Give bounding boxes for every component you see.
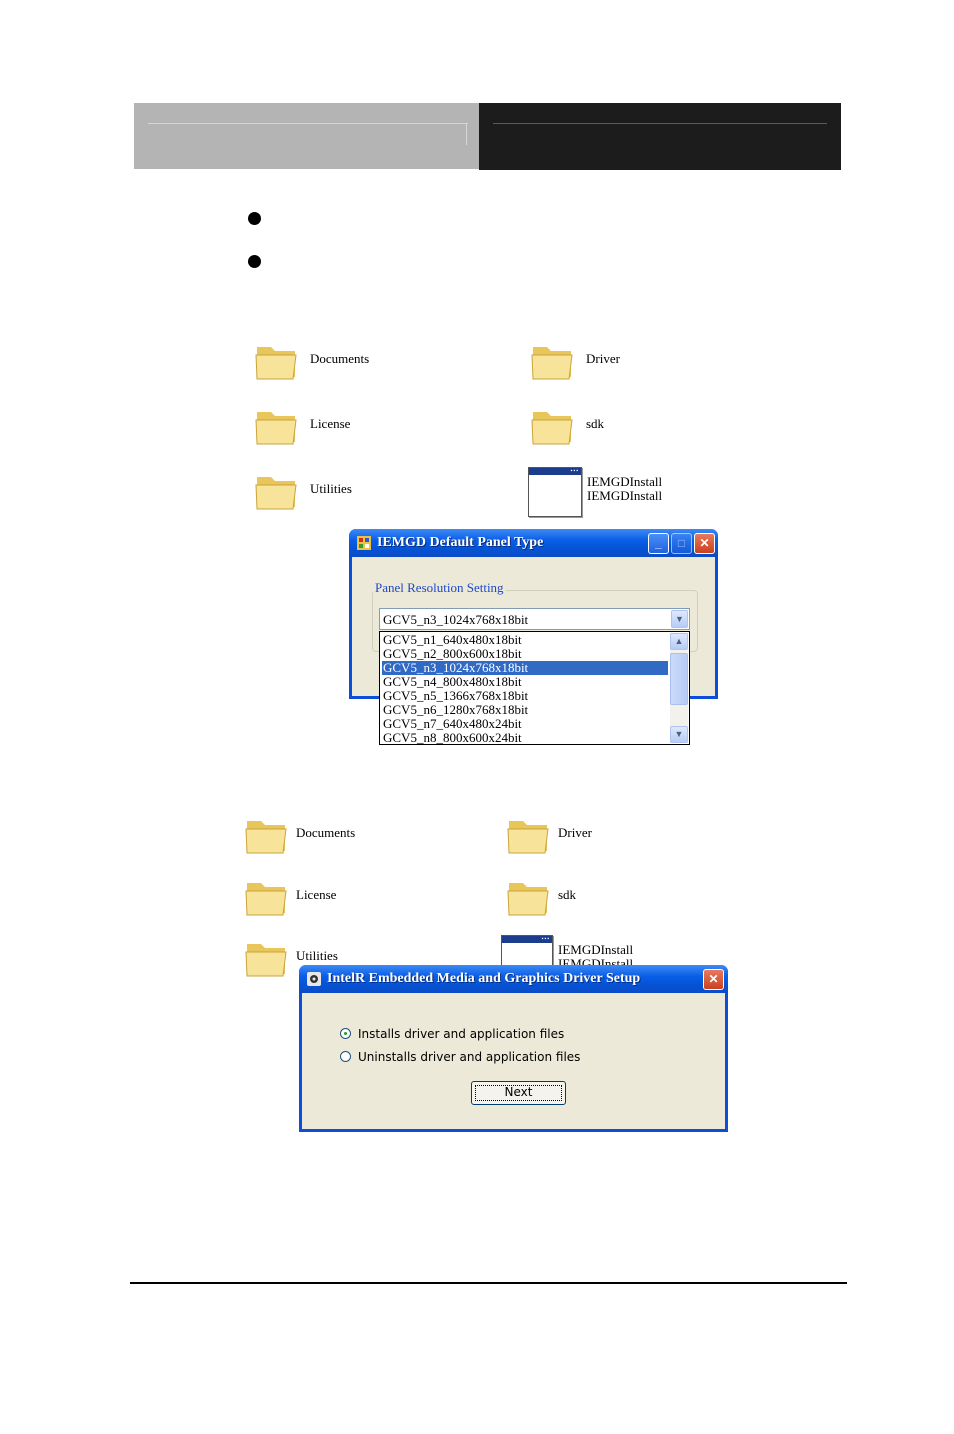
maximize-button[interactable]: □ [671,533,692,554]
folder-icon [255,412,297,445]
dialog-title: IntelR Embedded Media and Graphics Drive… [327,971,641,986]
next-button[interactable]: Next [471,1081,566,1105]
chevron-up-icon: ▲ [674,636,684,646]
folder-label: Driver [558,825,592,840]
folder-label: Documents [310,351,370,366]
scroll-down-button[interactable]: ▼ [670,726,688,743]
folder-icon [255,347,297,380]
bullet-2 [248,255,261,268]
folder-label: Documents [296,825,356,840]
application-window-icon[interactable]: ▪▪▪ [528,467,582,517]
title-bar[interactable]: IntelR Embedded Media and Graphics Drive… [299,965,728,993]
scroll-thumb[interactable] [670,653,688,705]
minimize-button[interactable]: _ [648,533,669,554]
resolution-combobox[interactable]: GCV5_n3_1024x768x18bit ▼ [379,608,690,630]
folder-label: sdk [586,416,605,431]
list-item[interactable]: GCV5_n6_1280x768x18bit [382,703,668,717]
folder-label: Driver [586,351,620,366]
folder-icon [245,821,287,854]
group-label: Panel Resolution Setting [373,580,506,596]
header-right-band [479,103,841,170]
list-item[interactable]: GCV5_n5_1366x768x18bit [382,689,668,703]
close-icon: ✕ [699,536,710,550]
radio-button-checked[interactable] [340,1028,351,1039]
minimize-icon: _ [655,536,662,550]
list-item[interactable]: GCV5_n2_800x600x18bit [382,647,668,661]
setup-icon [307,972,321,986]
list-item[interactable]: GCV5_n1_640x480x18bit [382,633,668,647]
folder-icon [255,477,297,510]
chevron-down-icon: ▼ [675,614,684,624]
folder-icon [245,883,287,916]
app-label: IEMGDInstall IEMGDInstall [587,474,663,503]
bullet-1 [248,212,261,225]
combobox-dropdown-button[interactable]: ▼ [671,610,688,628]
radio-label: Installs driver and application files [358,1027,565,1041]
folder-icon [507,883,549,916]
maximize-icon: □ [677,536,686,550]
list-item-selected[interactable]: GCV5_n3_1024x768x18bit [382,661,668,675]
screenshot-panel-type: Documents Driver License sdk Utilities ▪… [248,330,738,755]
close-button[interactable]: ✕ [703,969,724,990]
folder-icon [245,944,287,977]
radio-label: Uninstalls driver and application files [358,1050,581,1064]
title-bar[interactable]: IEMGD Default Panel Type _ □ ✕ [349,529,718,557]
folder-label: Utilities [310,481,352,496]
footer-rule [130,1282,847,1284]
scroll-up-button[interactable]: ▲ [670,633,688,650]
folder-icon [531,347,573,380]
close-button[interactable]: ✕ [694,533,715,554]
folder-label: License [296,887,337,902]
list-item[interactable]: GCV5_n4_800x480x18bit [382,675,668,689]
chevron-down-icon: ▼ [674,729,684,739]
list-item[interactable]: GCV5_n8_800x600x24bit [382,731,668,745]
dialog-title: IEMGD Default Panel Type [377,535,544,550]
close-icon: ✕ [708,972,719,986]
list-scrollbar[interactable]: ▲ ▼ [670,633,688,743]
resolution-dropdown-list[interactable]: GCV5_n1_640x480x18bit GCV5_n2_800x600x18… [379,631,690,745]
app-window-icon [357,536,371,550]
folder-label: License [310,416,351,431]
driver-setup-dialog: IntelR Embedded Media and Graphics Drive… [299,965,728,1132]
dialog-body: Installs driver and application files Un… [302,993,725,1129]
folder-icon [507,821,549,854]
screenshot-driver-setup: Documents Driver License sdk Utilities ▪… [240,805,740,1145]
folder-label: sdk [558,887,577,902]
list-item[interactable]: GCV5_n7_640x480x24bit [382,717,668,731]
header-left-band [134,103,479,169]
radio-button[interactable] [340,1051,351,1062]
folder-label: Utilities [296,948,338,963]
app-label: IEMGDInstall IEMGDInstall [558,943,634,967]
combobox-value: GCV5_n3_1024x768x18bit [383,612,529,627]
folder-icon [531,412,573,445]
